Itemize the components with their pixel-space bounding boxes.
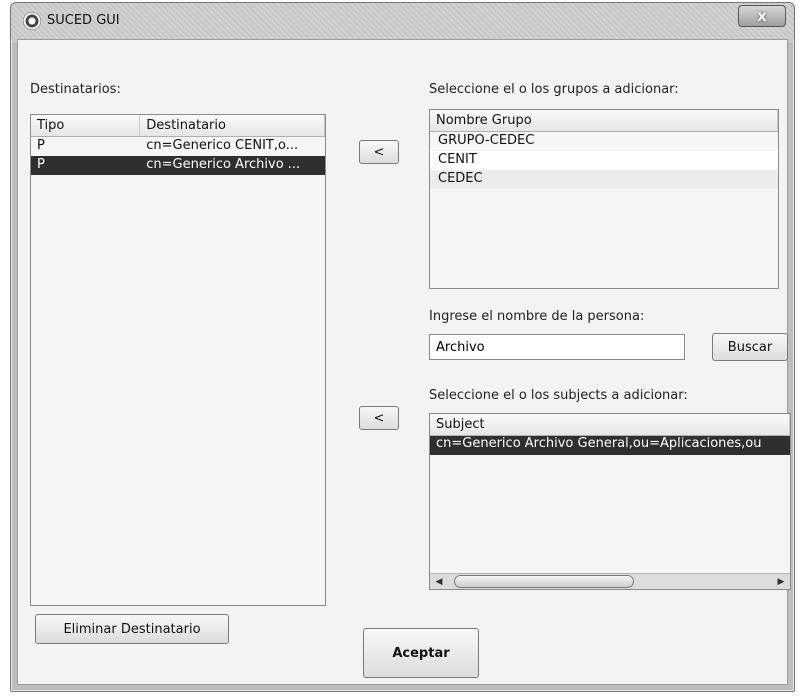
add-group-button[interactable]: < (359, 140, 399, 164)
recipients-label: Destinatarios: (30, 82, 121, 97)
column-subject[interactable]: Subject (430, 414, 790, 435)
table-row[interactable]: P cn=Generico CENIT,o... (31, 137, 325, 156)
table-row-selected[interactable]: P cn=Generico Archivo ... (31, 156, 325, 175)
accept-button[interactable]: Aceptar (363, 628, 479, 678)
search-button[interactable]: Buscar (712, 333, 788, 361)
delete-recipient-button[interactable]: Eliminar Destinatario (35, 614, 229, 644)
list-item[interactable]: GRUPO-CEDEC (430, 132, 778, 151)
groups-header: Nombre Grupo (430, 110, 778, 132)
row-destinatario: cn=Generico CENIT,o... (146, 138, 299, 153)
column-nombre-grupo[interactable]: Nombre Grupo (430, 110, 778, 131)
groups-label: Seleccione el o los grupos a adicionar: (429, 82, 679, 97)
subjects-list[interactable]: Subject cn=Generico Archivo General,ou=A… (429, 413, 791, 590)
horizontal-scrollbar[interactable]: ◀ ▶ (430, 573, 790, 589)
row-tipo: P (37, 138, 45, 153)
close-icon: x (757, 7, 767, 25)
scroll-thumb[interactable] (454, 575, 634, 588)
close-button[interactable]: x (738, 5, 786, 27)
scroll-left-icon[interactable]: ◀ (432, 575, 446, 589)
person-label: Ingrese el nombre de la persona: (429, 309, 645, 324)
row-destinatario: cn=Generico Archivo ... (146, 157, 301, 172)
list-item[interactable]: CENIT (430, 151, 778, 170)
title-bar: SUCED GUI x (11, 3, 794, 39)
list-item[interactable]: CEDEC (430, 170, 778, 189)
column-tipo[interactable]: Tipo (31, 115, 141, 136)
app-window: SUCED GUI x Destinatarios: Tipo Destinat… (10, 2, 795, 692)
add-subject-button[interactable]: < (359, 406, 399, 430)
app-icon (23, 12, 41, 30)
scroll-right-icon[interactable]: ▶ (774, 575, 788, 589)
list-item-selected[interactable]: cn=Generico Archivo General,ou=Aplicacio… (430, 436, 790, 455)
subjects-label: Seleccione el o los subjects a adicionar… (429, 388, 688, 403)
recipients-header: Tipo Destinatario (31, 115, 325, 137)
subjects-header: Subject (430, 414, 790, 436)
row-tipo: P (37, 157, 45, 172)
dialog-content: Destinatarios: Tipo Destinatario P cn=Ge… (17, 39, 791, 685)
groups-list[interactable]: Nombre Grupo GRUPO-CEDEC CENIT CEDEC (429, 109, 779, 289)
person-name-input[interactable] (429, 334, 685, 360)
recipients-table[interactable]: Tipo Destinatario P cn=Generico CENIT,o.… (30, 114, 326, 606)
column-destinatario[interactable]: Destinatario (140, 115, 325, 136)
window-title: SUCED GUI (47, 13, 120, 28)
